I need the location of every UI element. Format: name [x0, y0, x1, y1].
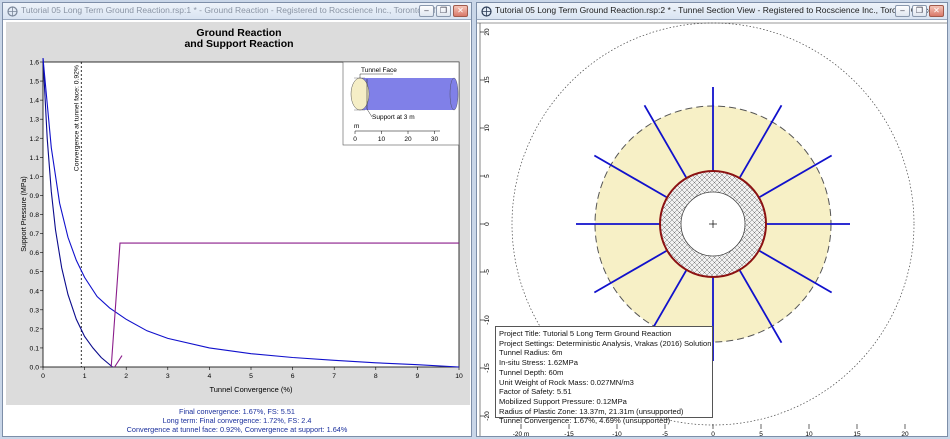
- tunnel-convergence: Tunnel Convergence: 1.67%, 4.69% (unsupp…: [499, 416, 671, 426]
- chart-title-line2: and Support Reaction: [184, 38, 293, 50]
- y-ruler-label: -5: [484, 269, 491, 275]
- y-tick-label: 1.5: [30, 79, 40, 86]
- y-axis-label: Support Pressure (MPa): [21, 176, 28, 251]
- window-title: Tutorial 05 Long Term Ground Reaction.rs…: [495, 5, 933, 15]
- project-settings: Project Settings: Deterministic Analysis…: [499, 338, 712, 348]
- y-tick-label: 0.0: [30, 365, 40, 372]
- y-tick-label: 1.4: [30, 98, 40, 105]
- x-tick-label: 5: [249, 373, 253, 380]
- y-ruler-label: 0: [484, 222, 491, 226]
- y-tick-label: 1.2: [30, 136, 40, 143]
- results-summary: Final convergence: 1.67%, FS: 5.51 Long …: [3, 407, 471, 434]
- x-axis: 0 1 2 3 4 5 6 7 8 9 10: [41, 367, 463, 380]
- factor-of-safety: Factor of Safety: 5.51: [499, 387, 572, 397]
- y-ruler-label: -15: [484, 363, 491, 373]
- y-tick-label: 1.6: [30, 60, 40, 67]
- x-tick-label: 0: [41, 373, 45, 380]
- x-tick-label: 8: [374, 373, 378, 380]
- y-ruler-ticks: 20 15 10 5 0 -5 -10 -15 -20: [480, 28, 491, 421]
- app-icon: [481, 6, 492, 17]
- y-ruler-label: -10: [484, 315, 491, 325]
- in-situ-stress: In-situ Stress: 1.62MPa: [499, 358, 578, 368]
- ground-reaction-window: Tutorial 05 Long Term Ground Reaction.rs…: [2, 2, 472, 437]
- x-ruler-label: -5: [662, 431, 668, 436]
- x-tick-label: 9: [416, 373, 420, 380]
- support-pressure: Mobilized Support Pressure: 0.12MPa: [499, 396, 627, 406]
- title-bar[interactable]: Tutorial 05 Long Term Ground Reaction.rs…: [477, 3, 947, 20]
- tunnel-face-label: Tunnel Face: [361, 67, 397, 74]
- convergence-face-support-text: Convergence at tunnel face: 0.92%, Conve…: [126, 425, 348, 434]
- y-ruler-label: -20: [484, 411, 491, 421]
- x-tick-label: 3: [166, 373, 170, 380]
- ground-reaction-chart[interactable]: Ground Reaction and Support Reaction 0.0…: [3, 3, 473, 407]
- x-ruler-label: 5: [759, 431, 763, 436]
- y-tick-label: 0.8: [30, 212, 40, 219]
- y-tick-label: 1.0: [30, 174, 40, 181]
- x-ruler-label: -15: [564, 431, 574, 436]
- y-ruler-label: 20: [484, 28, 491, 36]
- close-button[interactable]: ✕: [929, 5, 944, 17]
- y-tick-label: 0.4: [30, 288, 40, 295]
- final-convergence-text: Final convergence: 1.67%, FS: 5.51: [178, 407, 295, 416]
- plastic-zone-radius: Radius of Plastic Zone: 13.37m, 21.31m (…: [499, 406, 684, 416]
- y-ruler-label: 10: [484, 124, 491, 132]
- x-ruler-label: 0: [711, 431, 715, 436]
- tunnel-face-convergence-label: Convergence at tunnel face: 0.92%: [73, 65, 80, 171]
- y-tick-label: 0.5: [30, 269, 40, 276]
- y-tick-label: 0.1: [30, 345, 40, 352]
- y-tick-label: 1.3: [30, 117, 40, 124]
- restore-button[interactable]: ❐: [912, 5, 927, 17]
- x-tick-label: 10: [455, 373, 463, 380]
- long-term-text: Long term: Final convergence: 1.72%, FS:…: [162, 416, 312, 425]
- x-tick-label: 7: [332, 373, 336, 380]
- y-tick-label: 0.9: [30, 193, 40, 200]
- tunnel-depth: Tunnel Depth: 60m: [499, 367, 564, 377]
- inset-tick-label: 10: [378, 136, 386, 143]
- x-ruler-label: 10: [805, 431, 813, 436]
- x-tick-label: 6: [291, 373, 295, 380]
- y-tick-label: 0.7: [30, 231, 40, 238]
- inset-tick-label: 20: [404, 136, 412, 143]
- tunnel-radius: Tunnel Radius: 6m: [499, 348, 563, 358]
- x-tick-label: 1: [83, 373, 87, 380]
- inset-tick-label: 0: [353, 136, 357, 143]
- inset-tick-label: 30: [431, 136, 439, 143]
- y-tick-label: 0.2: [30, 326, 40, 333]
- y-tick-label: 0.3: [30, 307, 40, 314]
- y-axis: 0.0 0.1 0.2 0.3 0.4 0.5 0.6 0.7 0.8 0.9 1.0 1.1 1.2 1…: [30, 60, 43, 372]
- y-tick-label: 1.1: [30, 155, 40, 162]
- x-tick-label: 2: [124, 373, 128, 380]
- x-tick-label: 4: [208, 373, 212, 380]
- tunnel-inset: Tunnel Face Support at 3 m m 0 10 20 30: [342, 61, 460, 146]
- tunnel-section-window: Tutorial 05 Long Term Ground Reaction.rs…: [476, 2, 948, 437]
- x-ruler-label: 15: [853, 431, 861, 436]
- x-axis-label: Tunnel Convergence (%): [209, 385, 293, 394]
- y-tick-label: 0.6: [30, 250, 40, 257]
- project-title: Project Title: Tutorial 5 Long Term Grou…: [499, 329, 672, 338]
- y-ruler-label: 5: [484, 174, 491, 178]
- project-info-panel[interactable]: Project Title: Tutorial 5 Long Term Grou…: [495, 326, 713, 425]
- unit-weight: Unit Weight of Rock Mass: 0.027MN/m3: [499, 377, 634, 387]
- support-label: Support at 3 m: [372, 114, 415, 121]
- x-ruler-label: 20: [901, 431, 909, 436]
- y-ruler-label: 15: [484, 76, 491, 84]
- x-ruler-label: -10: [612, 431, 622, 436]
- minimize-button[interactable]: –: [895, 5, 910, 17]
- inset-axis-unit: m: [354, 123, 359, 130]
- x-ruler-label: -20 m: [513, 431, 530, 436]
